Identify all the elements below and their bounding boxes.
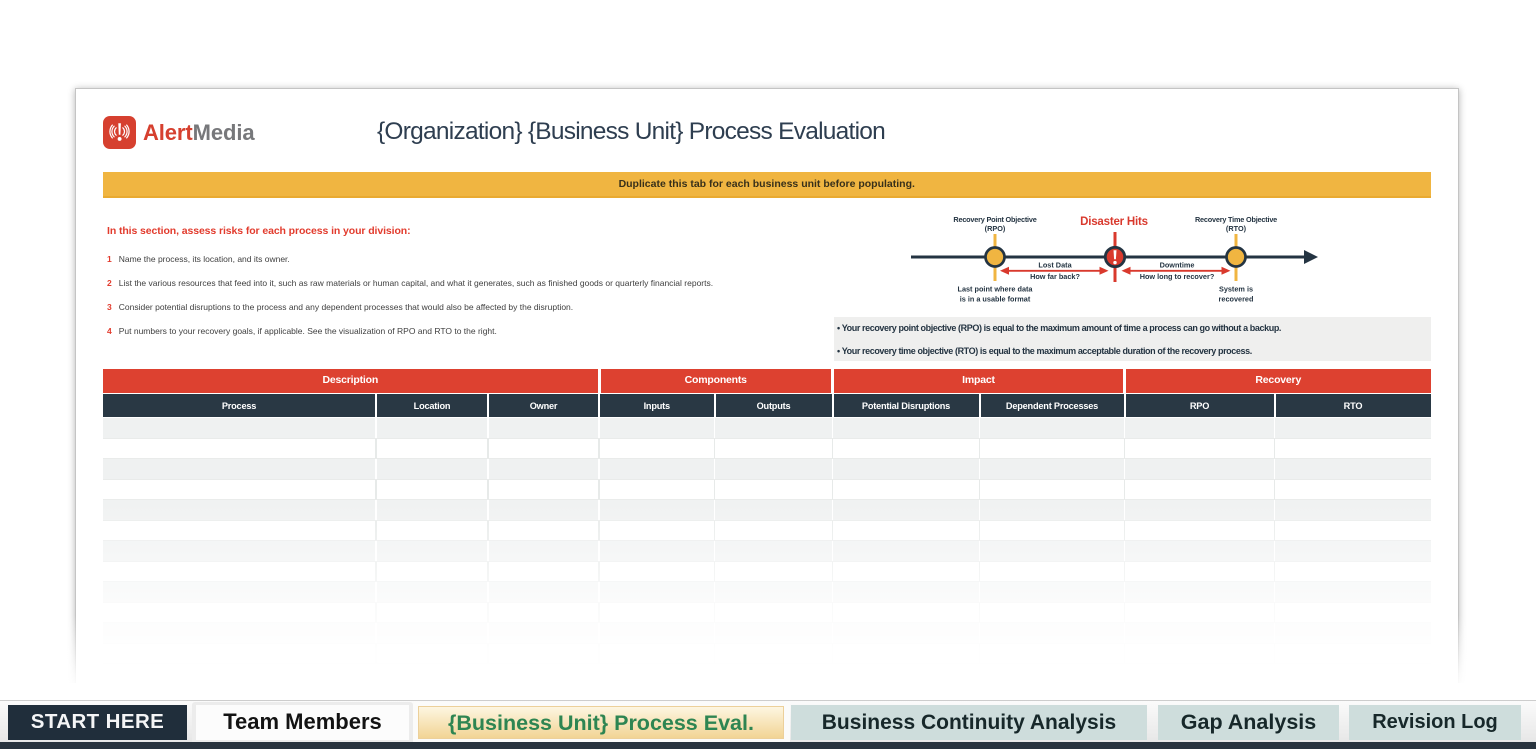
svg-text:System is: System is <box>1219 285 1253 294</box>
svg-text:(RPO): (RPO) <box>985 224 1006 233</box>
svg-text:Lost Data: Lost Data <box>1038 261 1072 270</box>
svg-text:Downtime: Downtime <box>1160 261 1195 270</box>
svg-text:recovered: recovered <box>1219 295 1254 304</box>
svg-text:Last point where data: Last point where data <box>957 285 1033 294</box>
svg-text:How far back?: How far back? <box>1030 272 1080 281</box>
svg-text:is in a usable format: is in a usable format <box>960 295 1031 304</box>
svg-text:Recovery Point Objective: Recovery Point Objective <box>953 215 1036 224</box>
svg-text:Disaster Hits: Disaster Hits <box>1080 216 1148 228</box>
svg-text:Recovery Time Objective: Recovery Time Objective <box>1195 215 1277 224</box>
svg-text:How long to recover?: How long to recover? <box>1140 272 1215 281</box>
svg-text:(RTO): (RTO) <box>1226 224 1247 233</box>
